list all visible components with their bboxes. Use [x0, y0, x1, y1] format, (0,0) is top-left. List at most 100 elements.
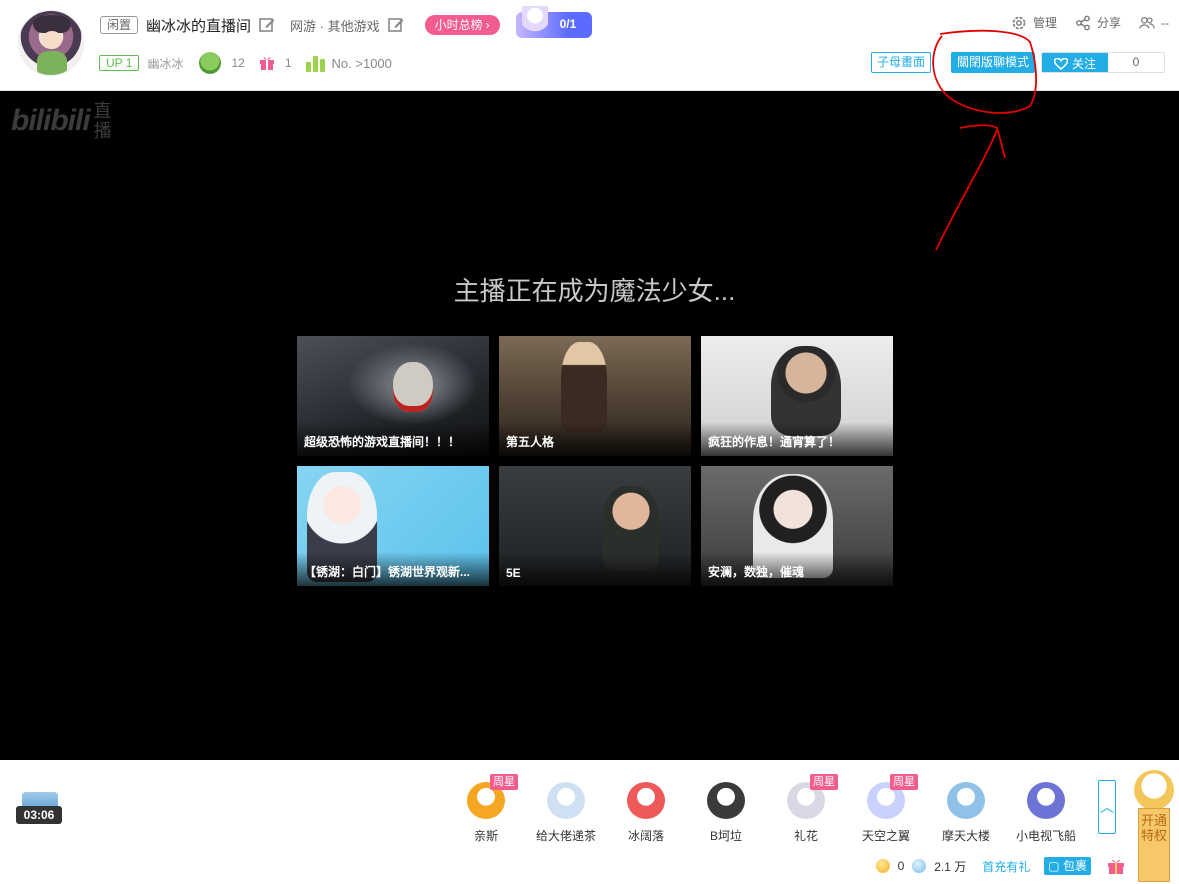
room-card-title: 【锈湖：白门】锈湖世界观新... — [297, 552, 489, 586]
gift-item[interactable]: 摩天大楼 — [926, 774, 1006, 844]
gift-name: B坷垃 — [709, 829, 742, 843]
silver-seed-count: 2.1 万 — [934, 859, 967, 874]
bag-button[interactable]: ▢ 包裹 — [1044, 857, 1091, 875]
treasure-box[interactable]: 03:06 — [16, 792, 62, 826]
edit-area-icon[interactable] — [387, 16, 405, 34]
skyscraper-gift-icon — [947, 782, 985, 819]
gift-name: 亲斯 — [473, 829, 498, 843]
silver-seed-icon — [912, 859, 927, 873]
fans-icon — [199, 52, 222, 74]
follow-widget: 关注 0 — [1041, 52, 1165, 73]
gear-icon — [1012, 16, 1026, 29]
rank-bars-icon — [305, 54, 326, 72]
fans-count: 12 — [231, 56, 245, 70]
bkela-gift-icon — [707, 782, 745, 819]
gift-item[interactable]: B坷垃 — [686, 774, 766, 844]
status-tag: 闲置 — [100, 16, 139, 34]
room-title: 幽冰冰的直播间 — [146, 17, 252, 35]
guard-badge-count: 0/1 — [559, 17, 577, 31]
gift-item[interactable]: 小电视飞船 — [1006, 774, 1086, 844]
heart-icon — [1053, 57, 1068, 70]
gift-name: 小电视飞船 — [1015, 829, 1076, 843]
bag-icon: ▢ — [1048, 859, 1060, 873]
gift-icon — [259, 57, 274, 70]
viewers-count: -- — [1161, 15, 1169, 30]
gift-name: 冰阔落 — [627, 829, 664, 843]
gift-bar: 03:06 亲斯 周星 给大佬递茶 冰阔落 B坷垃 礼花 周星 天空之翼 周星 摩天大楼 小电视飞船… — [0, 760, 1179, 884]
room-card-title: 第五人格 — [499, 422, 691, 456]
gold-seed-icon — [875, 859, 890, 873]
live-room-page: 闲置 幽冰冰的直播间 网游 · 其他游戏 小时总榜 › 0/1 UP 1 幽冰冰… — [0, 0, 1179, 884]
users-icon — [1139, 16, 1155, 28]
close-chat-mode-button[interactable]: 關閉版聊模式 — [951, 52, 1036, 73]
gift-name: 摩天大楼 — [941, 829, 990, 843]
follow-count: 0 — [1132, 55, 1140, 69]
wallet-row: 0 2.1 万 首充有礼 ▢ 包裹 — [0, 856, 1179, 876]
cola-gift-icon — [627, 782, 665, 819]
room-card-title: 超级恐怖的游戏直播间！！！ — [297, 422, 489, 456]
weekly-star-badge: 周星 — [810, 774, 838, 790]
share-label: 分享 — [1096, 16, 1121, 30]
recommended-room-card[interactable]: 超级恐怖的游戏直播间！！！ — [297, 336, 489, 456]
viewers-indicator: -- — [1139, 15, 1169, 31]
follow-button[interactable]: 关注 — [1042, 53, 1108, 72]
recommended-room-card[interactable]: 5E — [499, 466, 691, 586]
gift-item[interactable]: 冰阔落 — [606, 774, 686, 844]
first-recharge-link[interactable]: 首充有礼 — [982, 858, 1030, 875]
tv-ship-gift-icon — [1027, 782, 1065, 819]
streamer-avatar[interactable] — [18, 10, 84, 76]
recommended-room-card[interactable]: 第五人格 — [499, 336, 691, 456]
host-name[interactable]: 幽冰冰 — [147, 55, 183, 72]
mascot-icon — [1134, 770, 1174, 810]
manage-button[interactable]: 管理 — [1011, 14, 1057, 31]
recommended-room-card[interactable]: 疯狂的作息！通宵算了！ — [701, 336, 893, 456]
recommended-rooms: 超级恐怖的游戏直播间！！！ 第五人格 疯狂的作息！通宵算了！ 【锈湖：白门】锈湖… — [297, 336, 893, 586]
rank-number: No. >1000 — [331, 55, 392, 71]
offline-message: 主播正在成为魔法少女... — [453, 276, 736, 306]
bag-label: 包裹 — [1062, 859, 1087, 873]
manage-label: 管理 — [1032, 16, 1057, 30]
room-area[interactable]: 网游 · 其他游戏 — [290, 16, 380, 35]
chevron-up-icon: ︿ — [1100, 799, 1114, 815]
tea-gift-icon — [547, 782, 585, 819]
logo-sub-text: 直播 — [93, 101, 112, 141]
top-actions: 管理 分享 -- — [1011, 14, 1169, 31]
room-header: 闲置 幽冰冰的直播间 网游 · 其他游戏 小时总榜 › 0/1 UP 1 幽冰冰… — [0, 0, 1179, 91]
weekly-star-badge: 周星 — [890, 774, 918, 790]
edit-title-icon[interactable] — [258, 16, 276, 34]
room-card-title: 5E — [499, 552, 691, 586]
share-button[interactable]: 分享 — [1075, 14, 1121, 31]
gift-item[interactable]: 礼花 周星 — [766, 774, 846, 844]
gift-item[interactable]: 天空之翼 周星 — [846, 774, 926, 844]
pip-mode-button[interactable]: 子母畫面 — [871, 52, 932, 73]
recommended-room-card[interactable]: 安澜，数独，催魂 — [701, 466, 893, 586]
hourly-rank-button[interactable]: 小时总榜 › — [424, 15, 500, 35]
gift-item[interactable]: 给大佬递茶 — [526, 774, 606, 844]
room-title-row: 闲置 幽冰冰的直播间 网游 · 其他游戏 小时总榜 › 0/1 — [100, 6, 592, 38]
gift-item[interactable]: 亲斯 周星 — [446, 774, 526, 844]
weekly-star-badge: 周星 — [490, 774, 518, 790]
gift-list: 亲斯 周星 给大佬递茶 冰阔落 B坷垃 礼花 周星 天空之翼 周星 摩天大楼 小电视飞船 — [446, 774, 1086, 844]
expand-gifts-button[interactable]: ︿ — [1098, 780, 1116, 834]
up-level-badge: UP 1 — [99, 55, 140, 71]
gift-name: 天空之翼 — [861, 829, 910, 843]
share-icon — [1076, 15, 1090, 30]
gold-seed-count: 0 — [897, 859, 905, 873]
gift-count: 1 — [284, 56, 292, 70]
video-player[interactable]: bilibili 直播 主播正在成为魔法少女... 超级恐怖的游戏直播间！！！ … — [0, 91, 1179, 760]
gift-name: 给大佬递茶 — [535, 829, 596, 843]
room-card-title: 疯狂的作息！通宵算了！ — [701, 422, 893, 456]
host-info-row: UP 1 幽冰冰 12 1 No. >1000 — [99, 52, 392, 74]
recommended-room-card[interactable]: 【锈湖：白门】锈湖世界观新... — [297, 466, 489, 586]
logo-text: bilibili — [11, 104, 91, 137]
guard-character-icon — [521, 6, 548, 38]
bilibili-live-logo: bilibili 直播 — [11, 101, 116, 141]
gift-box-icon[interactable] — [1107, 857, 1125, 875]
guard-badge[interactable]: 0/1 — [515, 6, 592, 38]
follow-label: 关注 — [1071, 57, 1096, 71]
hourly-rank-label: 小时总榜 — [434, 18, 483, 32]
room-card-title: 安澜，数独，催魂 — [701, 552, 893, 586]
treasure-timer: 03:06 — [16, 806, 62, 824]
chevron-right-icon: › — [485, 18, 490, 32]
gift-name: 礼花 — [793, 829, 818, 843]
